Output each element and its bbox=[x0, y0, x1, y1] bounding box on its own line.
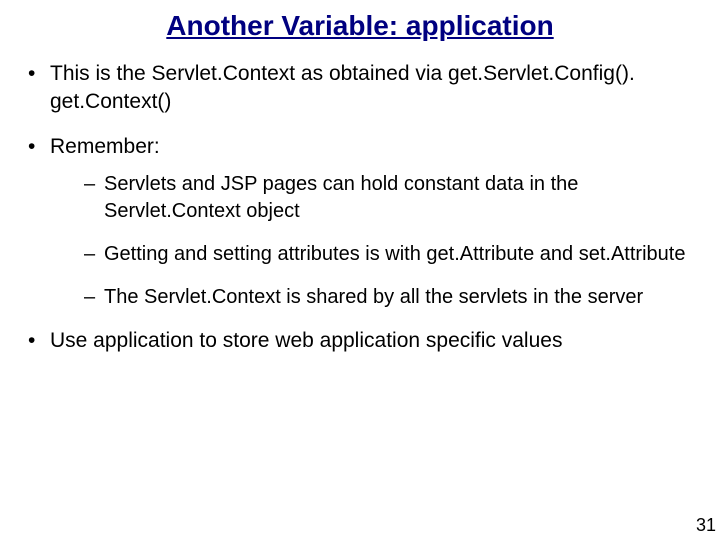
sub-item: Getting and setting attributes is with g… bbox=[84, 241, 700, 268]
slide-title: Another Variable: application bbox=[0, 0, 720, 60]
bullet-item: Use application to store web application… bbox=[28, 327, 700, 355]
bullet-item: This is the Servlet.Context as obtained … bbox=[28, 60, 700, 117]
bullet-item: Remember: Servlets and JSP pages can hol… bbox=[28, 133, 700, 311]
sub-item: Servlets and JSP pages can hold constant… bbox=[84, 171, 700, 225]
sub-list: Servlets and JSP pages can hold constant… bbox=[50, 171, 700, 311]
bullet-text: Use application to store web application… bbox=[50, 329, 562, 352]
bullet-text: This is the Servlet.Context as obtained … bbox=[50, 62, 635, 113]
bullet-text: Remember: bbox=[50, 135, 160, 158]
sub-text: Servlets and JSP pages can hold constant… bbox=[104, 173, 578, 222]
page-number: 31 bbox=[696, 515, 716, 536]
bullet-list: This is the Servlet.Context as obtained … bbox=[0, 60, 720, 355]
sub-text: The Servlet.Context is shared by all the… bbox=[104, 286, 643, 308]
sub-text: Getting and setting attributes is with g… bbox=[104, 243, 685, 265]
sub-item: The Servlet.Context is shared by all the… bbox=[84, 284, 700, 311]
